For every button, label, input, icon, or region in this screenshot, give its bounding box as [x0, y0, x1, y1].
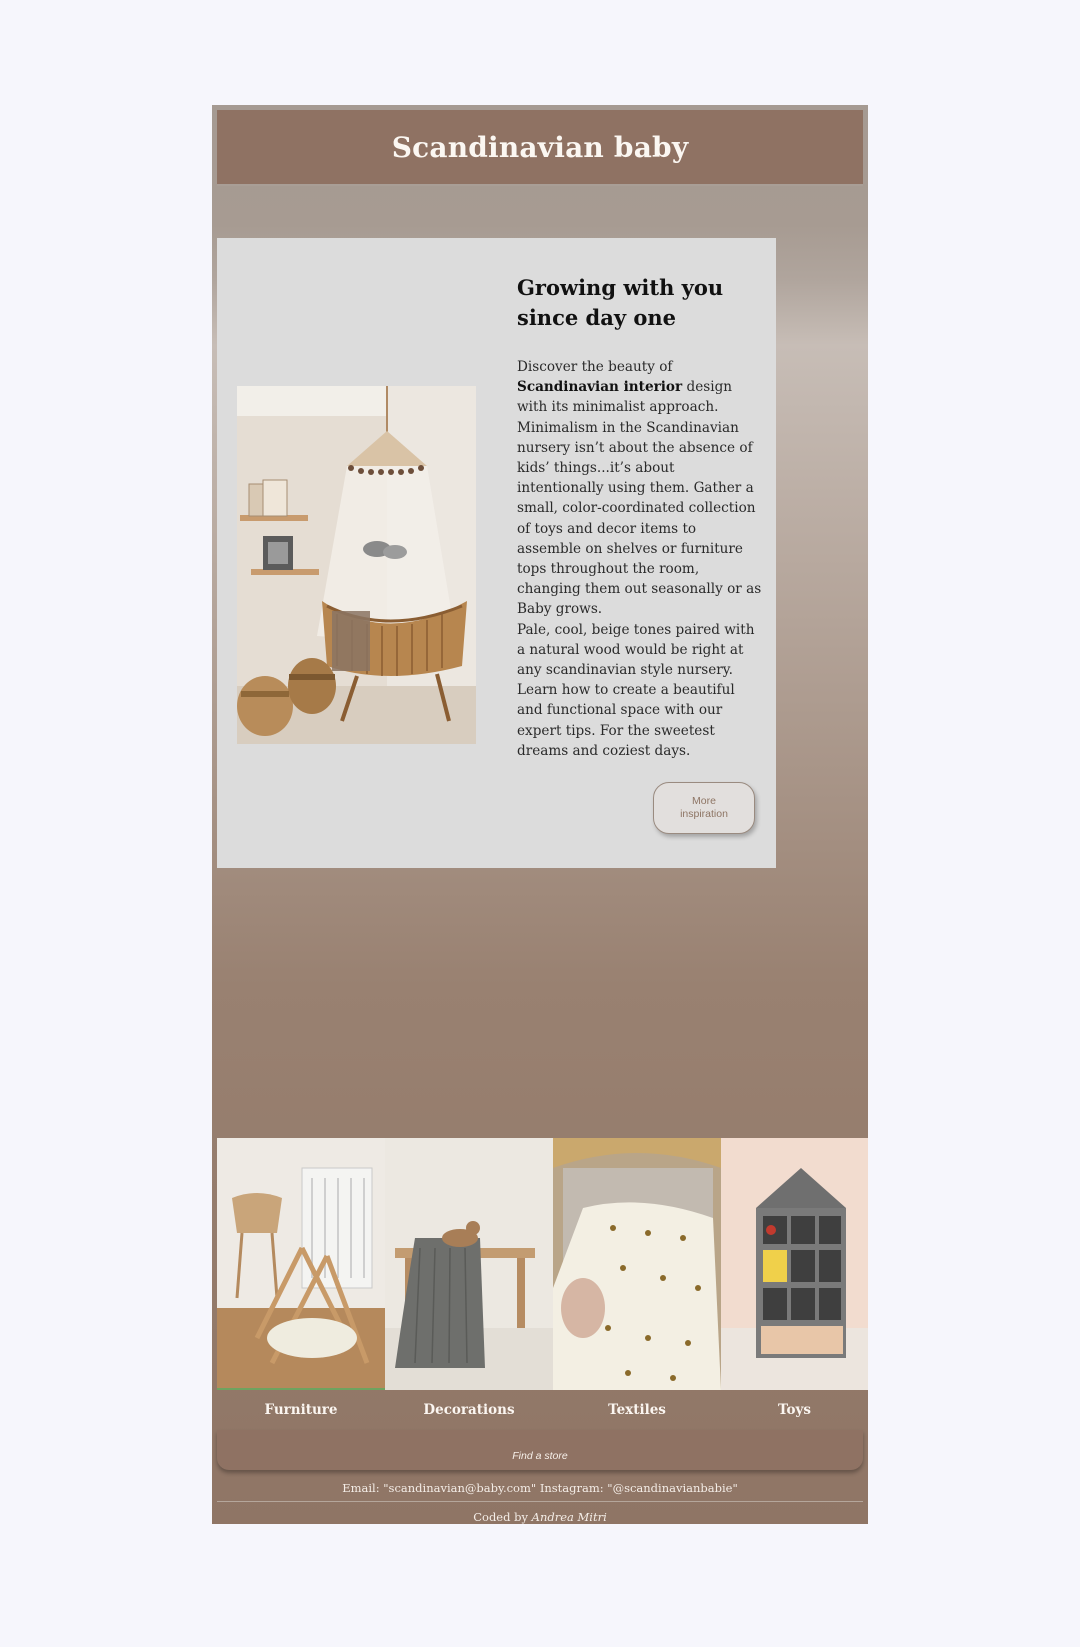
- category-label-furniture[interactable]: Furniture: [217, 1390, 385, 1440]
- feature-paragraph-3: Learn how to create a beautiful and func…: [517, 682, 735, 759]
- nursery-photo: [237, 386, 476, 744]
- intro-bold-phrase: Scandinavian interior: [517, 379, 683, 396]
- find-store-link[interactable]: Find a store: [512, 1450, 567, 1462]
- category-gallery: [217, 1138, 868, 1390]
- feature-paragraph-2: Pale, cool, beige tones paired with a na…: [517, 621, 755, 679]
- site-header: Scandinavian baby: [217, 110, 863, 186]
- category-image-toys[interactable]: [721, 1138, 868, 1390]
- category-labels: Furniture Decorations Textiles Toys: [217, 1390, 868, 1440]
- author-name: Andrea Mitri: [531, 1510, 607, 1524]
- contact-info: Email: "scandinavian@baby.com" Instagram…: [217, 1475, 863, 1502]
- category-label-toys[interactable]: Toys: [721, 1390, 868, 1440]
- page-container: Scandinavian baby Growing with you since…: [212, 105, 868, 1524]
- feature-heading: Growing with you since day one: [517, 275, 724, 330]
- category-label-decorations[interactable]: Decorations: [385, 1390, 553, 1440]
- category-image-decorations[interactable]: [385, 1138, 553, 1390]
- feature-intro: Discover the beauty of Scandinavian inte…: [517, 359, 762, 618]
- credit-line: Coded by Andrea Mitri: [473, 1510, 607, 1524]
- category-image-textiles[interactable]: [553, 1138, 721, 1390]
- more-inspiration-button[interactable]: More inspiration: [653, 782, 755, 834]
- feature-card: Growing with you since day one Discover …: [217, 238, 776, 868]
- site-title: Scandinavian baby: [391, 130, 689, 164]
- category-image-furniture[interactable]: [217, 1138, 385, 1390]
- category-label-textiles[interactable]: Textiles: [553, 1390, 721, 1440]
- feature-text: Growing with you since day one Discover …: [517, 273, 762, 761]
